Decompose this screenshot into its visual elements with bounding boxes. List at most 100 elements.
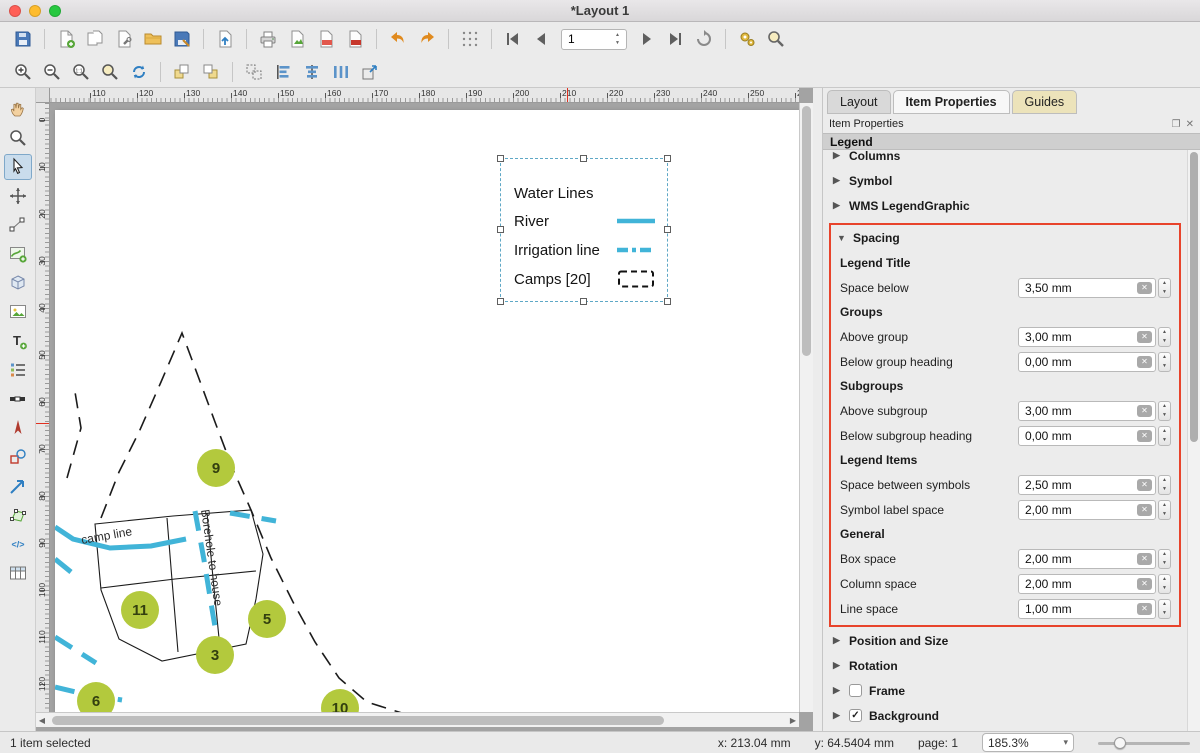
group-symbol[interactable]: ▶Symbol bbox=[823, 168, 1187, 193]
group-spacing[interactable]: ▼Spacing bbox=[831, 225, 1179, 251]
clear-field-icon[interactable]: ✕ bbox=[1137, 405, 1152, 417]
close-window-button[interactable] bbox=[9, 5, 21, 17]
last-page-button[interactable] bbox=[662, 26, 688, 52]
group-wms-legendgraphic[interactable]: ▶WMS LegendGraphic bbox=[823, 193, 1187, 218]
layout-canvas[interactable]: 110 120 130 140 150 160 170 180 190 200 … bbox=[36, 88, 813, 731]
open-layout-button[interactable] bbox=[140, 26, 166, 52]
above-group-field[interactable]: 3,00 mm✕ bbox=[1018, 327, 1156, 347]
new-layout-button[interactable] bbox=[53, 26, 79, 52]
zoom-full-button[interactable] bbox=[97, 59, 123, 85]
align-left-button[interactable] bbox=[270, 59, 296, 85]
clear-field-icon[interactable]: ✕ bbox=[1137, 479, 1152, 491]
horizontal-scrollbar[interactable]: ◀ ▶ bbox=[36, 712, 799, 727]
below-subgroup-heading-field[interactable]: 0,00 mm✕ bbox=[1018, 426, 1156, 446]
add-scalebar-tool[interactable] bbox=[4, 386, 32, 412]
add-html-tool[interactable]: </> bbox=[4, 531, 32, 557]
add-arrow-tool[interactable] bbox=[4, 473, 32, 499]
first-page-button[interactable] bbox=[500, 26, 526, 52]
page-number-input[interactable]: 1 ▲▼ bbox=[561, 29, 627, 50]
scroll-right-arrow[interactable]: ▶ bbox=[787, 716, 799, 725]
space-below-field[interactable]: 3,50 mm✕ bbox=[1018, 278, 1156, 298]
group-rotation[interactable]: ▶Rotation bbox=[823, 653, 1187, 678]
export-template-button[interactable] bbox=[212, 26, 238, 52]
group-position-and-size[interactable]: ▶Position and Size bbox=[823, 628, 1187, 653]
zoom-tool[interactable] bbox=[4, 125, 32, 151]
clear-field-icon[interactable]: ✕ bbox=[1137, 603, 1152, 615]
zoom-actual-button[interactable]: 1:1 bbox=[68, 59, 94, 85]
add-legend-tool[interactable] bbox=[4, 357, 32, 383]
zoom-window-button[interactable] bbox=[49, 5, 61, 17]
zoom-slider[interactable] bbox=[1098, 736, 1190, 750]
align-center-button[interactable] bbox=[299, 59, 325, 85]
spinner[interactable]: ▲▼ bbox=[1158, 574, 1171, 594]
tab-guides[interactable]: Guides bbox=[1012, 90, 1078, 114]
spinner[interactable]: ▲▼ bbox=[1158, 352, 1171, 372]
undo-button[interactable] bbox=[385, 26, 411, 52]
print-button[interactable] bbox=[255, 26, 281, 52]
distribute-items-button[interactable] bbox=[328, 59, 354, 85]
clear-field-icon[interactable]: ✕ bbox=[1137, 553, 1152, 565]
spinner[interactable]: ▲▼ bbox=[1158, 401, 1171, 421]
add-table-tool[interactable] bbox=[4, 560, 32, 586]
pan-tool[interactable] bbox=[4, 96, 32, 122]
clear-field-icon[interactable]: ✕ bbox=[1137, 282, 1152, 294]
clear-field-icon[interactable]: ✕ bbox=[1137, 331, 1152, 343]
add-map-tool[interactable] bbox=[4, 241, 32, 267]
clear-field-icon[interactable]: ✕ bbox=[1137, 430, 1152, 442]
select-move-item-tool[interactable] bbox=[4, 154, 32, 180]
add-node-shape-tool[interactable] bbox=[4, 502, 32, 528]
horizontal-scroll-thumb[interactable] bbox=[52, 716, 664, 725]
group-columns[interactable]: ▶Columns bbox=[823, 150, 1187, 168]
page-number-spinner[interactable]: ▲▼ bbox=[612, 31, 623, 48]
zoom-slider-knob[interactable] bbox=[1114, 737, 1126, 749]
clear-field-icon[interactable]: ✕ bbox=[1137, 504, 1152, 516]
map-item[interactable]: camp line Borehole to house 9 11 5 3 6 1… bbox=[55, 110, 799, 712]
frame-checkbox[interactable] bbox=[849, 684, 862, 697]
scroll-left-arrow[interactable]: ◀ bbox=[36, 716, 48, 725]
layout-manager-button[interactable] bbox=[111, 26, 137, 52]
line-space-field[interactable]: 1,00 mm✕ bbox=[1018, 599, 1156, 619]
resize-handle[interactable] bbox=[580, 298, 587, 305]
group-frame[interactable]: ▶Frame bbox=[823, 678, 1187, 703]
refresh-button[interactable] bbox=[691, 26, 717, 52]
tab-layout[interactable]: Layout bbox=[827, 90, 891, 114]
redo-button[interactable] bbox=[414, 26, 440, 52]
raise-items-button[interactable] bbox=[169, 59, 195, 85]
save-as-button[interactable] bbox=[169, 26, 195, 52]
add-picture-tool[interactable] bbox=[4, 299, 32, 325]
resize-handle[interactable] bbox=[664, 298, 671, 305]
above-subgroup-field[interactable]: 3,00 mm✕ bbox=[1018, 401, 1156, 421]
tab-item-properties[interactable]: Item Properties bbox=[893, 90, 1010, 114]
clear-field-icon[interactable]: ✕ bbox=[1137, 578, 1152, 590]
background-checkbox[interactable]: ✓ bbox=[849, 709, 862, 722]
spinner[interactable]: ▲▼ bbox=[1158, 599, 1171, 619]
resize-handle[interactable] bbox=[664, 226, 671, 233]
save-project-button[interactable] bbox=[10, 26, 36, 52]
resize-handle[interactable] bbox=[497, 298, 504, 305]
space-between-symbols-field[interactable]: 2,50 mm✕ bbox=[1018, 475, 1156, 495]
add-shape-tool[interactable] bbox=[4, 444, 32, 470]
panel-scrollbar[interactable] bbox=[1187, 150, 1200, 731]
spinner[interactable]: ▲▼ bbox=[1158, 278, 1171, 298]
export-pdf-button[interactable] bbox=[342, 26, 368, 52]
close-panel-icon[interactable]: ✕ bbox=[1186, 119, 1194, 130]
spinner[interactable]: ▲▼ bbox=[1158, 475, 1171, 495]
below-group-heading-field[interactable]: 0,00 mm✕ bbox=[1018, 352, 1156, 372]
minimize-window-button[interactable] bbox=[29, 5, 41, 17]
spinner[interactable]: ▲▼ bbox=[1158, 426, 1171, 446]
previous-page-button[interactable] bbox=[529, 26, 555, 52]
export-image-button[interactable] bbox=[284, 26, 310, 52]
symbol-label-space-field[interactable]: 2,00 mm✕ bbox=[1018, 500, 1156, 520]
next-page-button[interactable] bbox=[633, 26, 659, 52]
zoom-in-button[interactable] bbox=[10, 59, 36, 85]
float-panel-icon[interactable]: ❐ bbox=[1172, 119, 1181, 130]
export-svg-button[interactable] bbox=[313, 26, 339, 52]
spinner[interactable]: ▲▼ bbox=[1158, 549, 1171, 569]
add-north-arrow-tool[interactable] bbox=[4, 415, 32, 441]
column-space-field[interactable]: 2,00 mm✕ bbox=[1018, 574, 1156, 594]
group-background[interactable]: ▶✓Background bbox=[823, 703, 1187, 728]
add-3d-map-tool[interactable] bbox=[4, 270, 32, 296]
spinner[interactable]: ▲▼ bbox=[1158, 500, 1171, 520]
vertical-scroll-thumb[interactable] bbox=[802, 106, 811, 356]
canvas-viewport[interactable]: camp line Borehole to house 9 11 5 3 6 1… bbox=[50, 103, 799, 712]
